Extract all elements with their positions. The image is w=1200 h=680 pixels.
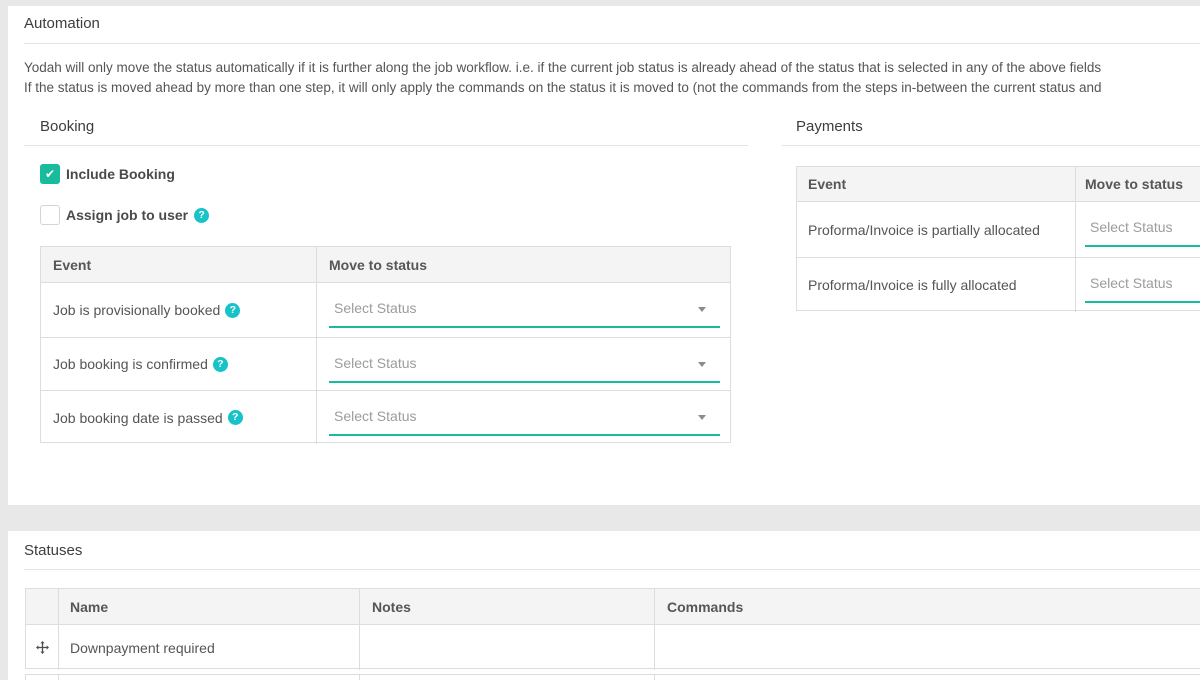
payments-events-table: Event Move to status Proforma/Invoice is…	[796, 166, 1200, 311]
move-arrows-icon	[36, 641, 49, 654]
page-background: Automation Yodah will only move the stat…	[0, 0, 1200, 680]
automation-description: Yodah will only move the status automati…	[24, 58, 1200, 97]
select-placeholder: Select Status	[334, 347, 417, 380]
include-booking-row: ✔ Include Booking	[40, 164, 175, 184]
table-row: Proforma/Invoice is partially allocated …	[797, 202, 1200, 257]
statuses-table-header: Name Notes Commands	[26, 589, 1200, 625]
statuses-table: Name Notes Commands Downpayment required	[25, 588, 1200, 669]
payments-event-label: Proforma/Invoice is partially allocated	[808, 222, 1040, 238]
column-divider	[359, 675, 360, 680]
chevron-down-icon	[698, 307, 706, 312]
payments-event-label: Proforma/Invoice is fully allocated	[808, 277, 1017, 293]
booking-event-label: Job is provisionally booked	[53, 302, 220, 318]
description-line-1: Yodah will only move the status automati…	[24, 58, 1200, 78]
table-row: Job is provisionally booked ? Select Sta…	[41, 283, 730, 337]
payments-event-cell: Proforma/Invoice is fully allocated	[797, 258, 1075, 312]
booking-event-label: Job booking date is passed	[53, 410, 223, 426]
statuses-title-divider	[24, 569, 1200, 570]
status-drag-cell	[26, 625, 58, 670]
assign-job-row: Assign job to user ?	[40, 205, 209, 225]
help-icon[interactable]: ?	[225, 303, 240, 318]
assign-job-label: Assign job to user	[66, 207, 188, 223]
table-row-partial	[25, 674, 1200, 680]
booking-title-divider	[24, 145, 748, 146]
statuses-header-notes: Notes	[359, 589, 654, 624]
table-row: Proforma/Invoice is fully allocated Sele…	[797, 257, 1200, 312]
booking-status-cell: Select Status	[316, 283, 730, 337]
payments-event-cell: Proforma/Invoice is partially allocated	[797, 202, 1075, 257]
booking-event-cell: Job booking date is passed ?	[41, 391, 316, 444]
table-row: Job booking date is passed ? Select Stat…	[41, 390, 730, 444]
help-icon[interactable]: ?	[213, 357, 228, 372]
table-row: Downpayment required	[26, 625, 1200, 670]
table-row: Job booking is confirmed ? Select Status	[41, 337, 730, 390]
payments-title: Payments	[796, 118, 863, 135]
payments-row2-status-select[interactable]: Select Status	[1085, 267, 1200, 303]
statuses-title: Statuses	[24, 542, 82, 559]
statuses-header-drag	[26, 589, 58, 624]
booking-header-move-to-status: Move to status	[316, 247, 730, 282]
column-divider	[654, 675, 655, 680]
payments-table-header: Event Move to status	[797, 167, 1200, 202]
booking-events-table: Event Move to status Job is provisionall…	[40, 246, 731, 443]
status-notes-cell	[359, 625, 654, 670]
booking-event-cell: Job booking is confirmed ?	[41, 338, 316, 390]
payments-row1-status-select[interactable]: Select Status	[1085, 211, 1200, 247]
select-placeholder: Select Status	[334, 292, 417, 325]
automation-title-divider	[24, 43, 1200, 44]
status-name-cell: Downpayment required	[58, 625, 359, 670]
booking-row2-status-select[interactable]: Select Status	[329, 347, 720, 383]
check-icon: ✔	[45, 167, 55, 181]
assign-job-help-icon[interactable]: ?	[194, 208, 209, 223]
booking-title: Booking	[40, 118, 94, 135]
include-booking-checkbox[interactable]: ✔	[40, 164, 60, 184]
booking-row1-status-select[interactable]: Select Status	[329, 292, 720, 328]
statuses-header-name: Name	[58, 589, 359, 624]
select-placeholder: Select Status	[1090, 267, 1173, 300]
booking-section: Booking ✔ Include Booking Assign job to …	[24, 111, 748, 471]
booking-event-label: Job booking is confirmed	[53, 356, 208, 372]
payments-section: Payments Event Move to status Proforma/I…	[782, 111, 1200, 471]
booking-status-cell: Select Status	[316, 338, 730, 390]
booking-row3-status-select[interactable]: Select Status	[329, 400, 720, 436]
booking-header-event: Event	[41, 247, 316, 282]
automation-panel: Automation Yodah will only move the stat…	[8, 6, 1200, 505]
booking-event-cell: Job is provisionally booked ?	[41, 283, 316, 337]
booking-status-cell: Select Status	[316, 391, 730, 444]
booking-table-header: Event Move to status	[41, 247, 730, 283]
include-booking-label: Include Booking	[66, 166, 175, 182]
automation-title: Automation	[24, 15, 100, 32]
statuses-header-commands: Commands	[654, 589, 1200, 624]
payments-status-cell: Select Status	[1075, 202, 1200, 257]
payments-title-divider	[782, 145, 1200, 146]
payments-header-event: Event	[797, 167, 1075, 201]
assign-job-checkbox[interactable]	[40, 205, 60, 225]
select-placeholder: Select Status	[334, 400, 417, 433]
payments-header-move-to-status: Move to status	[1075, 167, 1200, 201]
column-divider	[58, 675, 59, 680]
status-name: Downpayment required	[70, 640, 215, 656]
description-line-2: If the status is moved ahead by more tha…	[24, 78, 1200, 98]
help-icon[interactable]: ?	[228, 410, 243, 425]
chevron-down-icon	[698, 362, 706, 367]
payments-status-cell: Select Status	[1075, 258, 1200, 312]
select-placeholder: Select Status	[1090, 211, 1173, 244]
statuses-panel: Statuses Name Notes Commands Downp	[8, 531, 1200, 680]
drag-handle[interactable]	[26, 625, 58, 670]
chevron-down-icon	[698, 415, 706, 420]
status-commands-cell	[654, 625, 1200, 670]
